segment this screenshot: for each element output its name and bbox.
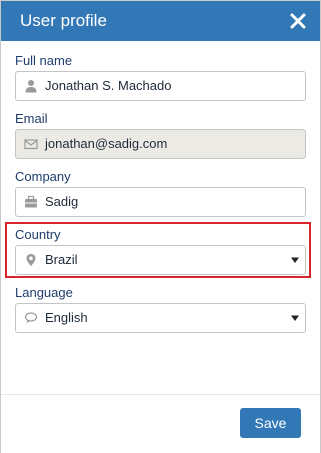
user-icon <box>24 79 38 93</box>
dialog-footer: Save <box>1 394 320 453</box>
language-field: Language English <box>15 285 306 333</box>
dialog-header: User profile <box>1 1 320 41</box>
full-name-label: Full name <box>15 53 73 68</box>
email-label: Email <box>15 111 48 126</box>
email-field: Email jonathan@sadig.com <box>15 111 306 159</box>
company-input[interactable]: Sadig <box>15 187 306 217</box>
close-icon[interactable] <box>288 11 308 31</box>
company-field: Company Sadig <box>15 169 306 217</box>
company-label: Company <box>15 169 71 184</box>
dialog-body: Full name Jonathan S. Machado Email jona… <box>1 41 320 393</box>
country-field: Country Brazil <box>15 227 306 275</box>
full-name-field: Full name Jonathan S. Machado <box>15 53 306 101</box>
language-value: English <box>45 310 88 325</box>
email-input[interactable]: jonathan@sadig.com <box>15 129 306 159</box>
briefcase-icon <box>24 195 38 209</box>
envelope-icon <box>24 137 38 151</box>
save-button[interactable]: Save <box>240 408 301 438</box>
language-label: Language <box>15 285 73 300</box>
chevron-down-icon[interactable] <box>291 256 299 264</box>
speech-bubble-icon <box>24 311 38 325</box>
language-select[interactable]: English <box>15 303 306 333</box>
company-value: Sadig <box>45 194 79 209</box>
map-pin-icon <box>24 253 38 267</box>
country-select[interactable]: Brazil <box>15 245 306 275</box>
user-profile-dialog: User profile Full name Jonathan S. Macha… <box>0 0 321 453</box>
full-name-value: Jonathan S. Machado <box>45 78 172 93</box>
chevron-down-icon[interactable] <box>291 314 299 322</box>
email-value: jonathan@sadig.com <box>45 136 168 151</box>
country-label: Country <box>15 227 61 242</box>
country-value: Brazil <box>45 252 78 267</box>
full-name-input[interactable]: Jonathan S. Machado <box>15 71 306 101</box>
dialog-title: User profile <box>20 11 107 30</box>
